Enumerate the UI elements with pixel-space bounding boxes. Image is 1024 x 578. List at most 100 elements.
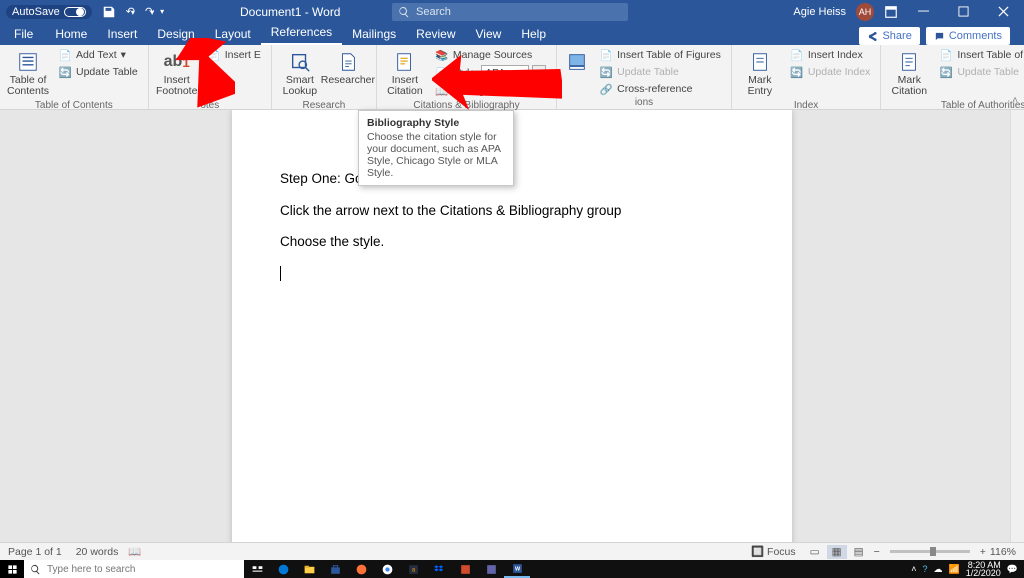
save-icon[interactable] bbox=[102, 5, 116, 19]
tray-cloud-icon[interactable]: ☁ bbox=[934, 564, 943, 575]
app1-icon[interactable] bbox=[452, 560, 478, 578]
document-title: Document1 - Word bbox=[240, 5, 340, 19]
spellcheck-icon[interactable]: 📖 bbox=[128, 545, 141, 558]
zoom-slider[interactable] bbox=[890, 550, 970, 553]
tray-chevron-icon[interactable]: ˄ bbox=[911, 564, 916, 574]
tab-view[interactable]: View bbox=[466, 24, 512, 45]
focus-mode-button[interactable]: 🔲 Focus bbox=[751, 545, 796, 558]
taskbar-search[interactable]: Type here to search bbox=[24, 560, 244, 578]
insert-index-button[interactable]: 📄Insert Index bbox=[786, 47, 874, 63]
group-research: Smart Lookup Researcher Research bbox=[272, 45, 377, 109]
mark-entry-button[interactable]: Mark Entry bbox=[738, 47, 782, 100]
update-icon: 🔄 bbox=[599, 65, 613, 79]
explorer-icon[interactable] bbox=[296, 560, 322, 578]
maximize-button[interactable] bbox=[948, 0, 978, 23]
redo-button[interactable]: ↷▾ bbox=[145, 5, 154, 18]
autosave-label: AutoSave bbox=[12, 6, 60, 18]
update-captions-button: 🔄Update Table bbox=[595, 64, 725, 80]
group-index: Mark Entry 📄Insert Index 🔄Update Index I… bbox=[732, 45, 881, 109]
ribbon-options-icon[interactable] bbox=[884, 5, 898, 19]
app2-icon[interactable] bbox=[478, 560, 504, 578]
read-mode-icon[interactable]: ▭ bbox=[805, 545, 825, 559]
search-box[interactable]: Search bbox=[392, 3, 628, 21]
tray-help-icon[interactable]: ? bbox=[923, 564, 928, 574]
toc-icon bbox=[16, 50, 40, 74]
start-button[interactable] bbox=[0, 560, 24, 578]
autosave-toggle[interactable]: AutoSave bbox=[6, 5, 92, 19]
vertical-scrollbar[interactable] bbox=[1010, 110, 1024, 542]
svg-text:W: W bbox=[514, 566, 520, 572]
table-figures-icon: 📄 bbox=[599, 48, 613, 62]
system-tray: ˄ ? ☁ 📶 8:20 AM 1/2/2020 💬 bbox=[911, 561, 1024, 577]
comments-button[interactable]: Comments bbox=[926, 27, 1010, 45]
tab-insert[interactable]: Insert bbox=[97, 24, 147, 45]
group-toc: Table of Contents 📄Add Text ▾ 🔄Update Ta… bbox=[0, 45, 149, 109]
page-count[interactable]: Page 1 of 1 bbox=[8, 546, 62, 558]
avatar[interactable]: AH bbox=[856, 3, 874, 21]
zoom-out-button[interactable]: − bbox=[874, 546, 880, 558]
researcher-button[interactable]: Researcher bbox=[326, 47, 370, 89]
dropbox-icon[interactable] bbox=[426, 560, 452, 578]
add-text-icon: 📄 bbox=[58, 48, 72, 62]
word-count[interactable]: 20 words bbox=[76, 546, 119, 558]
tray-wifi-icon[interactable]: 📶 bbox=[949, 564, 960, 575]
caption-icon bbox=[565, 50, 589, 74]
share-icon bbox=[867, 31, 878, 42]
store-icon[interactable] bbox=[322, 560, 348, 578]
amazon-icon[interactable]: a bbox=[400, 560, 426, 578]
tab-file[interactable]: File bbox=[4, 24, 43, 45]
tab-references[interactable]: References bbox=[261, 22, 342, 45]
smart-lookup-icon bbox=[288, 50, 312, 74]
word-icon[interactable]: W bbox=[504, 560, 530, 578]
mark-entry-icon bbox=[748, 50, 772, 74]
annotation-arrow-references bbox=[145, 38, 235, 108]
mark-citation-button[interactable]: Mark Citation bbox=[887, 47, 931, 100]
search-placeholder: Search bbox=[416, 6, 451, 18]
citation-icon bbox=[393, 50, 417, 74]
edge-icon[interactable] bbox=[270, 560, 296, 578]
group-toa: Mark Citation 📄Insert Table of Authoriti… bbox=[881, 45, 1024, 109]
tab-home[interactable]: Home bbox=[45, 24, 97, 45]
update-table-button[interactable]: 🔄Update Table bbox=[54, 64, 142, 80]
status-bar: Page 1 of 1 20 words 📖 🔲 Focus ▭ ▦ ▤ − +… bbox=[0, 542, 1024, 560]
undo-button[interactable]: ↶▾ bbox=[126, 5, 135, 18]
minimize-button[interactable] bbox=[908, 0, 938, 23]
zoom-level[interactable]: 116% bbox=[990, 546, 1016, 558]
task-view-icon[interactable] bbox=[244, 560, 270, 578]
web-layout-icon[interactable]: ▤ bbox=[849, 545, 869, 559]
title-bar: AutoSave ↶▾ ↷▾ ▾ Document1 - Word Search… bbox=[0, 0, 1024, 23]
group-label-captions: ions bbox=[563, 97, 725, 109]
insert-table-figures-button[interactable]: 📄Insert Table of Figures bbox=[595, 47, 725, 63]
firefox-icon[interactable] bbox=[348, 560, 374, 578]
doc-paragraph-3: Choose the style. bbox=[280, 233, 744, 251]
insert-toa-button[interactable]: 📄Insert Table of Authorities bbox=[935, 47, 1024, 63]
text-cursor bbox=[280, 266, 281, 281]
chrome-icon[interactable] bbox=[374, 560, 400, 578]
qat-customize-icon[interactable]: ▾ bbox=[160, 7, 164, 16]
tab-mailings[interactable]: Mailings bbox=[342, 24, 406, 45]
tab-help[interactable]: Help bbox=[511, 24, 556, 45]
insert-caption-button[interactable] bbox=[563, 47, 591, 77]
share-button[interactable]: Share bbox=[859, 27, 919, 45]
insert-citation-button[interactable]: Insert Citation bbox=[383, 47, 427, 100]
zoom-in-button[interactable]: + bbox=[980, 546, 986, 558]
quick-access-toolbar: ↶▾ ↷▾ ▾ bbox=[102, 5, 164, 19]
taskbar-apps: a W bbox=[244, 560, 530, 578]
update-toa-button: 🔄Update Table bbox=[935, 64, 1024, 80]
tray-notifications-icon[interactable]: 💬 bbox=[1007, 564, 1018, 575]
tooltip-bibliography-style: Bibliography Style Choose the citation s… bbox=[358, 110, 514, 186]
tab-review[interactable]: Review bbox=[406, 24, 465, 45]
add-text-button[interactable]: 📄Add Text ▾ bbox=[54, 47, 142, 63]
update-icon: 🔄 bbox=[790, 65, 804, 79]
table-of-contents-button[interactable]: Table of Contents bbox=[6, 47, 50, 100]
update-index-button: 🔄Update Index bbox=[786, 64, 874, 80]
cross-reference-button[interactable]: 🔗Cross-reference bbox=[595, 81, 725, 97]
print-layout-icon[interactable]: ▦ bbox=[827, 545, 847, 559]
username-label[interactable]: Agie Heiss bbox=[793, 6, 846, 18]
taskbar-clock[interactable]: 8:20 AM 1/2/2020 bbox=[966, 561, 1001, 577]
close-button[interactable] bbox=[988, 0, 1018, 23]
collapse-ribbon-icon[interactable]: ˄ bbox=[1012, 95, 1018, 106]
tooltip-body: Choose the citation style for your docum… bbox=[367, 131, 505, 179]
smart-lookup-button[interactable]: Smart Lookup bbox=[278, 47, 322, 100]
update-icon: 🔄 bbox=[939, 65, 953, 79]
